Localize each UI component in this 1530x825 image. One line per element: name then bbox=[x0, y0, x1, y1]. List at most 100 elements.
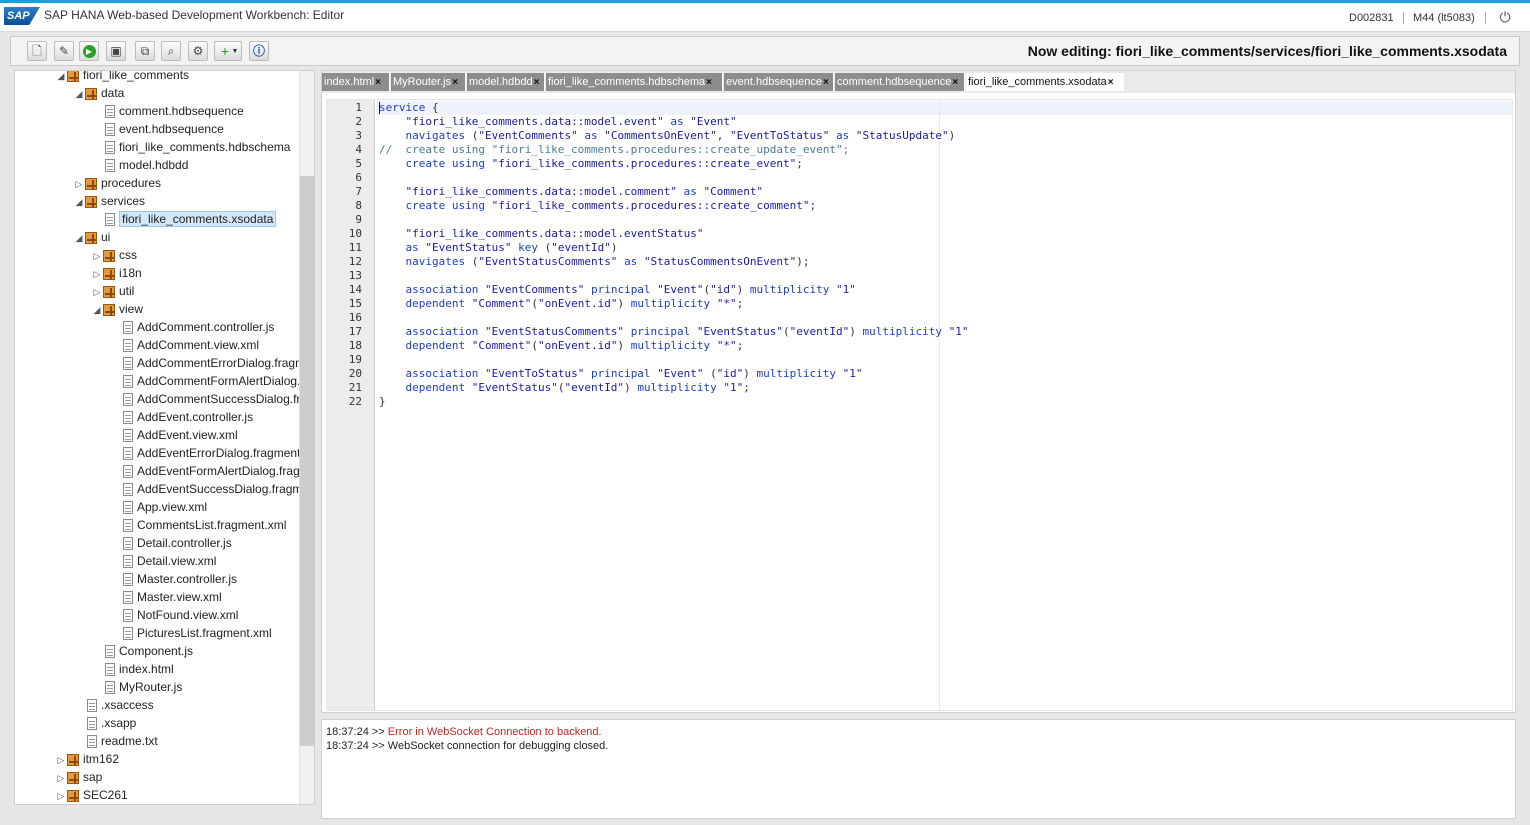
code-line[interactable]: navigates ("EventComments" as "CommentsO… bbox=[379, 129, 956, 143]
tree-file[interactable]: AddEventErrorDialog.fragment.xml bbox=[109, 444, 314, 462]
collapsed-arrow-icon[interactable]: ▷ bbox=[55, 751, 67, 769]
expanded-arrow-icon[interactable]: ◢ bbox=[91, 301, 103, 319]
tree-package[interactable]: ▷ SEC261 bbox=[55, 786, 128, 804]
editor-tab[interactable]: fiori_like_comments.hdbschema× bbox=[546, 73, 723, 91]
tree-file[interactable]: AddCommentErrorDialog.fragment.xml bbox=[109, 354, 314, 372]
file-icon bbox=[123, 339, 133, 352]
code-line[interactable]: association "EventStatusComments" princi… bbox=[379, 325, 969, 339]
tree-package[interactable]: ▷ itm162 bbox=[55, 750, 119, 768]
run-button[interactable]: ▶ bbox=[79, 41, 99, 61]
expanded-arrow-icon[interactable]: ◢ bbox=[55, 71, 67, 85]
collapsed-arrow-icon[interactable]: ▷ bbox=[91, 247, 103, 265]
tree-file[interactable]: fiori_like_comments.xsodata bbox=[91, 210, 277, 228]
tree-package[interactable]: ◢ data bbox=[73, 84, 124, 102]
tree-file[interactable]: CommentsList.fragment.xml bbox=[109, 516, 286, 534]
tree-scrollbar-thumb[interactable] bbox=[300, 176, 314, 746]
collapsed-arrow-icon[interactable]: ▷ bbox=[73, 175, 85, 193]
tree-file[interactable]: Detail.view.xml bbox=[109, 552, 216, 570]
tree-package[interactable]: ▷ i18n bbox=[91, 264, 142, 282]
tree-file[interactable]: model.hdbdd bbox=[91, 156, 188, 174]
repository-tree[interactable]: ◢ fiori_like_comments ◢ data comment.hdbsequ… bbox=[14, 70, 315, 805]
tree-file[interactable]: Master.view.xml bbox=[109, 588, 222, 606]
editor-tab[interactable]: model.hdbdd× bbox=[467, 73, 545, 91]
code-line[interactable]: dependent "EventStatus"("eventId") multi… bbox=[379, 381, 750, 395]
tree-package[interactable]: ▷ css bbox=[91, 246, 137, 264]
tree-file[interactable]: Component.js bbox=[91, 642, 193, 660]
code-line[interactable]: service { bbox=[379, 101, 439, 115]
new-file-button[interactable]: 🗋 bbox=[27, 41, 47, 61]
tree-package[interactable]: ◢ services bbox=[73, 192, 145, 210]
settings-button[interactable]: ⚙ bbox=[188, 41, 208, 61]
code-line[interactable]: "fiori_like_comments.data::model.event" … bbox=[379, 115, 737, 129]
tree-package[interactable]: ◢ ui bbox=[73, 228, 110, 246]
tree-item-label: view bbox=[119, 302, 144, 316]
editor-tab[interactable]: index.html× bbox=[322, 73, 390, 91]
tree-file[interactable]: AddEvent.controller.js bbox=[109, 408, 253, 426]
code-line[interactable]: "fiori_like_comments.data::model.comment… bbox=[379, 185, 764, 199]
close-icon[interactable]: × bbox=[706, 77, 712, 88]
tree-package[interactable]: ◢ view bbox=[91, 300, 143, 318]
tree-file[interactable]: App.view.xml bbox=[109, 498, 207, 516]
code-line[interactable]: association "EventToStatus" principal "E… bbox=[379, 367, 863, 381]
code-line[interactable]: create using "fiori_like_comments.proced… bbox=[379, 157, 803, 171]
new-folder-button[interactable]: ✎ bbox=[54, 41, 74, 61]
code-line[interactable]: navigates ("EventStatusComments" as "Sta… bbox=[379, 255, 810, 269]
tree-package[interactable]: ◢ fiori_like_comments bbox=[55, 71, 189, 85]
code-line[interactable]: dependent "Comment"("onEvent.id") multip… bbox=[379, 297, 744, 311]
search-button[interactable]: ⌕ bbox=[161, 41, 181, 61]
info-button[interactable]: ⓘ bbox=[249, 41, 269, 61]
save-button[interactable]: ▣ bbox=[106, 41, 126, 61]
tree-file[interactable]: AddEventSuccessDialog.fragment.xml bbox=[109, 480, 314, 498]
expanded-arrow-icon[interactable]: ◢ bbox=[73, 85, 85, 103]
collapsed-arrow-icon[interactable]: ▷ bbox=[91, 265, 103, 283]
tree-file[interactable]: AddComment.controller.js bbox=[109, 318, 274, 336]
code-line[interactable]: dependent "Comment"("onEvent.id") multip… bbox=[379, 339, 744, 353]
tree-file[interactable]: fiori_like_comments.hdbschema bbox=[91, 138, 290, 156]
power-icon[interactable]: ⏻ bbox=[1497, 9, 1513, 25]
tree-file[interactable]: NotFound.view.xml bbox=[109, 606, 238, 624]
close-icon[interactable]: × bbox=[952, 77, 958, 88]
tree-package[interactable]: ▷ util bbox=[91, 282, 134, 300]
collapsed-arrow-icon[interactable]: ▷ bbox=[55, 769, 67, 787]
close-icon[interactable]: × bbox=[1108, 77, 1114, 88]
tree-file[interactable]: AddEvent.view.xml bbox=[109, 426, 238, 444]
collapsed-arrow-icon[interactable]: ▷ bbox=[55, 787, 67, 804]
close-icon[interactable]: × bbox=[452, 77, 458, 88]
add-button[interactable]: + ▼ bbox=[214, 41, 242, 61]
tree-file[interactable]: AddEventFormAlertDialog.fragment.xml bbox=[109, 462, 314, 480]
editor-tab[interactable]: event.hdbsequence× bbox=[724, 73, 834, 91]
tree-file[interactable]: Detail.controller.js bbox=[109, 534, 232, 552]
code-line[interactable]: "fiori_like_comments.data::model.eventSt… bbox=[379, 227, 704, 241]
tree-file[interactable]: AddCommentFormAlertDialog.fragment.xml bbox=[109, 372, 314, 390]
code-line[interactable]: as "EventStatus" key ("eventId") bbox=[379, 241, 618, 255]
user-id: D002831 bbox=[1349, 12, 1394, 24]
tree-file[interactable]: event.hdbsequence bbox=[91, 120, 224, 138]
close-icon[interactable]: × bbox=[375, 77, 381, 88]
tree-package[interactable]: ▷ procedures bbox=[73, 174, 161, 192]
save-all-button[interactable]: ⧉ bbox=[135, 41, 155, 61]
tree-file[interactable]: PicturesList.fragment.xml bbox=[109, 624, 272, 642]
editor-tab[interactable]: fiori_like_comments.xsodata× bbox=[966, 73, 1124, 91]
tree-file[interactable]: .xsapp bbox=[73, 714, 136, 732]
code-editor[interactable]: 1 2 3 4 5 6 7 8 9 10 11 12 13 14 15 16 17 18 19 20 21 22 serv… bbox=[326, 99, 1513, 711]
code-line[interactable]: create using "fiori_like_comments.proced… bbox=[379, 199, 817, 213]
code-line[interactable]: // create using "fiori_like_comments.pro… bbox=[379, 143, 849, 157]
close-icon[interactable]: × bbox=[823, 77, 829, 88]
collapsed-arrow-icon[interactable]: ▷ bbox=[91, 283, 103, 301]
editor-tab[interactable]: MyRouter.js× bbox=[391, 73, 466, 91]
tree-file[interactable]: Master.controller.js bbox=[109, 570, 237, 588]
tree-package[interactable]: ▷ sap bbox=[55, 768, 102, 786]
expanded-arrow-icon[interactable]: ◢ bbox=[73, 229, 85, 247]
tree-file[interactable]: MyRouter.js bbox=[91, 678, 182, 696]
expanded-arrow-icon[interactable]: ◢ bbox=[73, 193, 85, 211]
editor-tab[interactable]: comment.hdbsequence× bbox=[835, 73, 965, 91]
code-line[interactable]: } bbox=[379, 395, 386, 409]
tree-file[interactable]: AddCommentSuccessDialog.fragment.xml bbox=[109, 390, 314, 408]
tree-file[interactable]: AddComment.view.xml bbox=[109, 336, 259, 354]
tree-file[interactable]: comment.hdbsequence bbox=[91, 102, 244, 120]
tree-file[interactable]: readme.txt bbox=[73, 732, 158, 750]
tree-file[interactable]: .xsaccess bbox=[73, 696, 154, 714]
code-line[interactable]: association "EventComments" principal "E… bbox=[379, 283, 856, 297]
close-icon[interactable]: × bbox=[534, 77, 540, 88]
tree-file[interactable]: index.html bbox=[91, 660, 174, 678]
